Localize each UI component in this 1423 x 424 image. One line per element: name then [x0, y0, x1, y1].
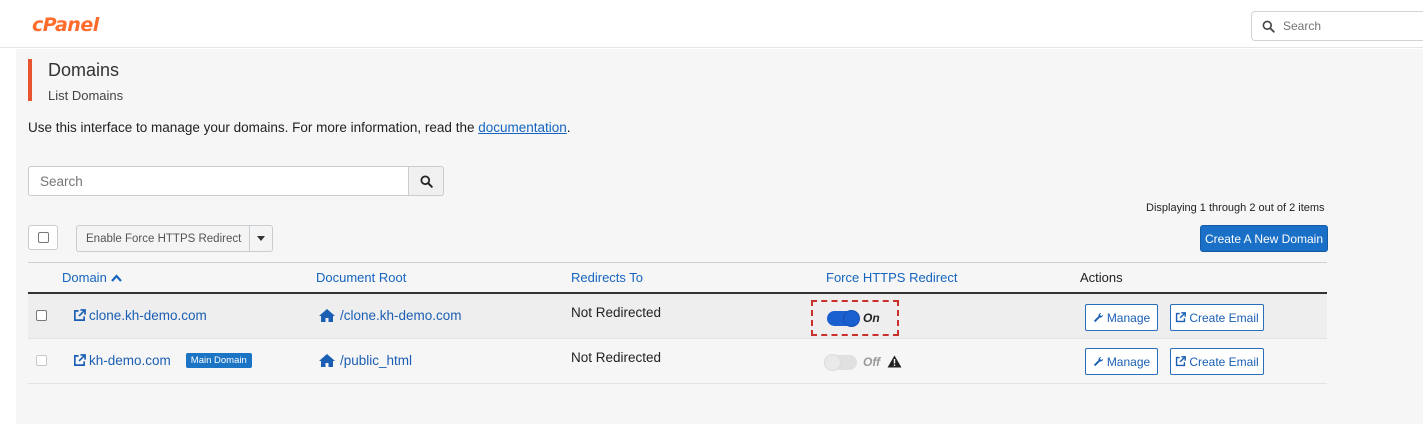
create-new-domain-button[interactable]: Create A New Domain: [1200, 225, 1328, 252]
cpanel-logo[interactable]: cPanel: [32, 14, 99, 36]
global-search[interactable]: [1251, 11, 1423, 41]
wrench-icon: [1093, 312, 1103, 323]
domain-search: [28, 166, 444, 196]
redirect-status: Not Redirected: [571, 305, 662, 320]
toggle-state-label: On: [863, 311, 880, 325]
table-row: clone.kh-demo.com /clone.kh-demo.com Not…: [28, 294, 1327, 339]
force-https-toggle[interactable]: [827, 310, 860, 327]
global-search-input[interactable]: [1283, 19, 1403, 33]
search-icon: [419, 174, 433, 188]
caret-down-icon: [257, 236, 266, 241]
force-https-toggle: [824, 354, 857, 371]
page-title: Domains: [48, 60, 120, 80]
documentation-link[interactable]: documentation: [478, 120, 567, 135]
select-all-checkbox[interactable]: [28, 225, 58, 250]
document-root-link[interactable]: /clone.kh-demo.com: [318, 308, 462, 323]
pagination-info: Displaying 1 through 2 out of 2 items: [1146, 202, 1325, 214]
domain-link[interactable]: kh-demo.com Main Domain: [73, 353, 252, 368]
external-link-icon: [74, 309, 86, 321]
sort-domain-header[interactable]: Domain: [62, 270, 122, 285]
external-link-icon: [74, 354, 86, 366]
enable-force-https-button[interactable]: Enable Force HTTPS Redirect: [76, 225, 251, 252]
title-accent-bar: [28, 59, 32, 101]
search-icon: [1262, 20, 1275, 33]
page-subtitle: List Domains: [48, 88, 124, 103]
domain-search-input[interactable]: [28, 166, 409, 196]
manage-button[interactable]: Manage: [1085, 348, 1158, 375]
warning-icon: [887, 355, 902, 368]
sort-force-https-header[interactable]: Force HTTPS Redirect: [826, 270, 957, 285]
home-icon: [319, 354, 335, 367]
bulk-action-dropdown: Enable Force HTTPS Redirect: [76, 225, 274, 252]
table-row: kh-demo.com Main Domain /public_html Not…: [28, 339, 1327, 384]
create-email-button[interactable]: Create Email: [1170, 348, 1264, 375]
domain-search-button[interactable]: [409, 166, 444, 196]
sort-document-root-header[interactable]: Document Root: [316, 270, 406, 285]
table-header: Domain Document Root Redirects To Force …: [28, 262, 1327, 294]
bulk-action-toggle[interactable]: [250, 225, 274, 252]
sort-redirects-header[interactable]: Redirects To: [571, 270, 643, 285]
domains-table: Domain Document Root Redirects To Force …: [28, 262, 1327, 384]
row-checkbox[interactable]: [36, 310, 47, 321]
home-icon: [319, 309, 335, 322]
document-root-link[interactable]: /public_html: [318, 353, 412, 368]
actions-header: Actions: [1080, 270, 1123, 285]
intro-text: Use this interface to manage your domain…: [28, 120, 571, 135]
main-domain-badge: Main Domain: [185, 353, 252, 368]
sort-up-icon: [110, 273, 122, 282]
toggle-state-label: Off: [863, 355, 881, 369]
redirect-status: Not Redirected: [571, 350, 662, 365]
external-link-icon: [1176, 356, 1187, 367]
domain-link[interactable]: clone.kh-demo.com: [73, 308, 207, 323]
row-checkbox: [36, 355, 47, 366]
top-bar: cPanel: [0, 0, 1423, 48]
create-email-button[interactable]: Create Email: [1170, 304, 1264, 331]
external-link-icon: [1176, 312, 1187, 323]
manage-button[interactable]: Manage: [1085, 304, 1158, 331]
wrench-icon: [1093, 356, 1103, 367]
